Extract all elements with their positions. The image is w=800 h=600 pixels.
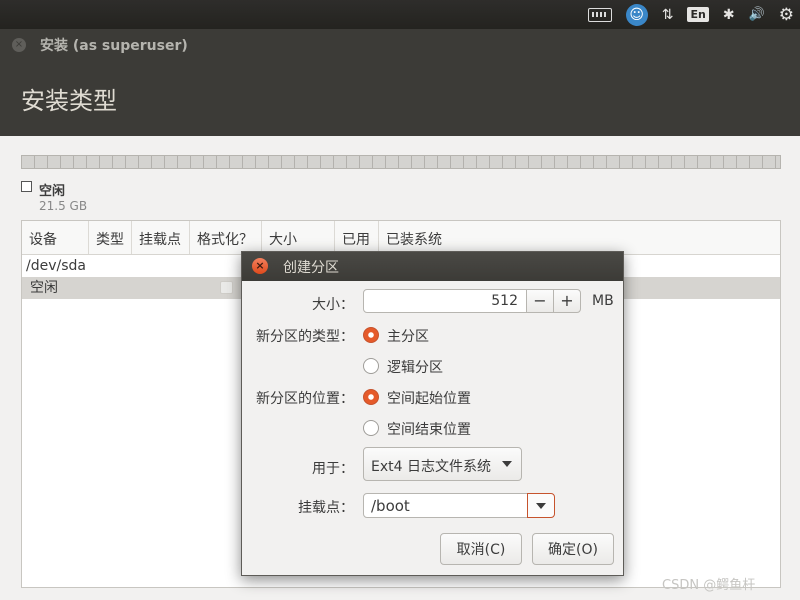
dialog-header: × 创建分区 [242, 252, 623, 281]
logical-partition-radio[interactable] [363, 358, 379, 374]
volume-icon[interactable]: 🔊 [749, 0, 765, 29]
size-decrement-button[interactable]: − [526, 289, 554, 313]
bluetooth-icon[interactable]: ✱ [723, 0, 735, 29]
primary-partition-radio[interactable] [363, 327, 379, 343]
partition-bar [21, 155, 781, 169]
size-input[interactable] [363, 289, 527, 313]
free-space-legend-size: 21.5 GB [39, 199, 88, 213]
logical-partition-label[interactable]: 逻辑分区 [387, 357, 443, 377]
primary-partition-label[interactable]: 主分区 [387, 326, 429, 346]
dialog-close-icon[interactable]: × [252, 258, 268, 274]
column-device[interactable]: 设备 [22, 221, 89, 254]
use-as-label: 用于： [312, 461, 354, 477]
language-indicator[interactable]: En [687, 0, 709, 29]
table-header: 设备 类型 挂载点 格式化？ 大小 已用 已装系统 [22, 221, 780, 255]
mount-point-input[interactable] [363, 493, 528, 518]
network-icon[interactable]: ⇅ [662, 0, 674, 29]
column-mount-point[interactable]: 挂载点 [132, 221, 190, 254]
size-label: 大小： [312, 297, 354, 313]
location-start-label[interactable]: 空间起始位置 [387, 388, 471, 408]
ok-button[interactable]: 确定(O) [532, 533, 614, 565]
window-header: × 安装 (as superuser) 安装类型 [0, 29, 800, 136]
free-space-legend-swatch [21, 181, 32, 192]
create-partition-dialog: × 创建分区 大小： − + MB 新分区的类型： 主分区 逻辑分区 新分区的位… [241, 251, 624, 576]
dialog-title: 创建分区 [283, 260, 339, 276]
window-close-icon[interactable]: × [12, 38, 26, 52]
system-tray: ☺ ⇅ En ✱ 🔊 ⚙ [587, 0, 800, 29]
column-format[interactable]: 格式化？ [190, 221, 262, 254]
size-increment-button[interactable]: + [553, 289, 581, 313]
combo-arrow-down-icon [502, 461, 512, 467]
mount-point-label: 挂载点： [298, 500, 354, 516]
column-type[interactable]: 类型 [89, 221, 132, 254]
free-space-legend-label: 空闲 [39, 184, 66, 199]
dropdown-arrow-down-icon [536, 503, 546, 509]
column-installed-system[interactable]: 已装系统 [379, 221, 780, 254]
top-panel: ☺ ⇅ En ✱ 🔊 ⚙ [0, 0, 800, 29]
keyboard-icon[interactable] [587, 0, 612, 29]
filesystem-combo-value: Ext4 日志文件系统 [371, 459, 491, 475]
accessibility-icon[interactable]: ☺ [625, 0, 648, 29]
mount-point-dropdown-button[interactable] [527, 493, 555, 518]
cancel-button[interactable]: 取消(C) [440, 533, 522, 565]
column-used[interactable]: 已用 [335, 221, 379, 254]
location-end-label[interactable]: 空间结束位置 [387, 419, 471, 439]
watermark: CSDN @鳄鱼杆 [662, 578, 756, 593]
language-label: En [687, 7, 709, 22]
size-unit: MB [592, 293, 614, 309]
location-start-radio[interactable] [363, 389, 379, 405]
filesystem-combo[interactable]: Ext4 日志文件系统 [363, 447, 522, 481]
page-title: 安装类型 [21, 87, 117, 115]
format-checkbox[interactable] [220, 281, 233, 294]
window-title: 安装 (as superuser) [40, 38, 188, 54]
partition-type-label: 新分区的类型： [256, 329, 354, 345]
settings-gear-icon[interactable]: ⚙ [779, 0, 794, 29]
location-end-radio[interactable] [363, 420, 379, 436]
partition-location-label: 新分区的位置： [256, 391, 354, 407]
column-size[interactable]: 大小 [262, 221, 335, 254]
